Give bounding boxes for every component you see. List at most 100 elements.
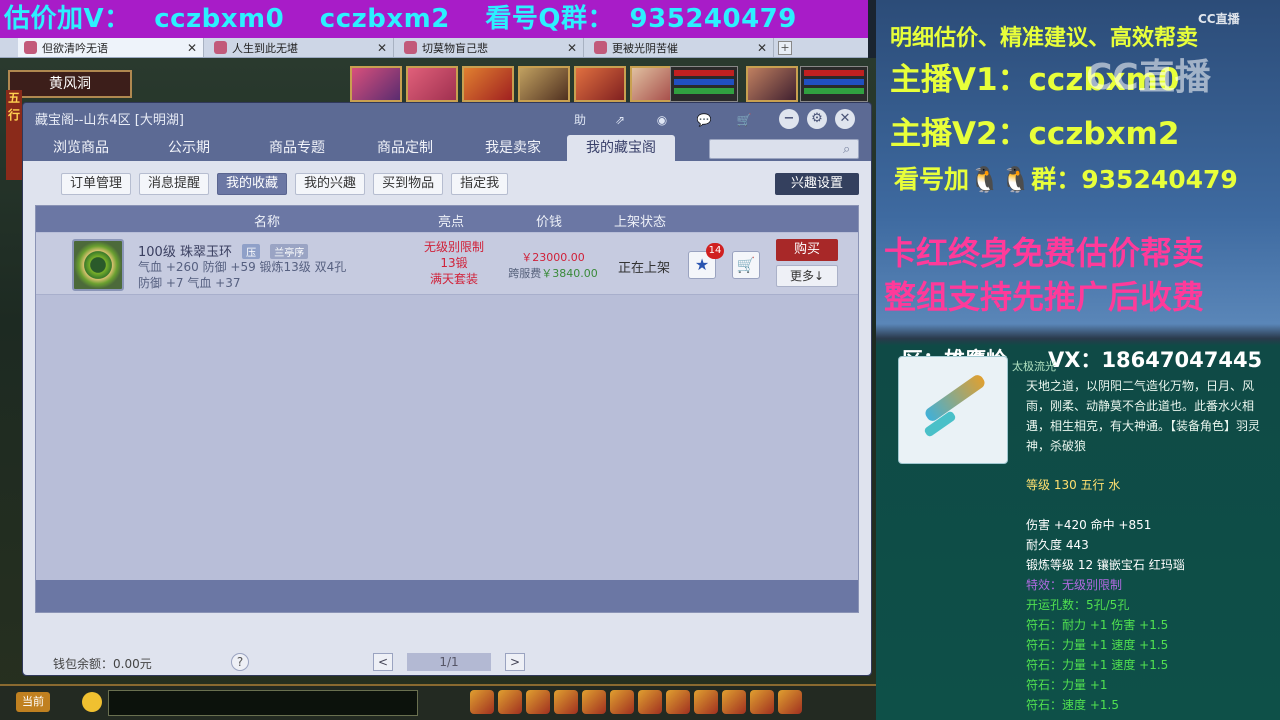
content-area: 订单管理 消息提醒 我的收藏 我的兴趣 买到物品 指定我 兴趣设置 名称 亮点 … (23, 161, 871, 675)
subtab-designated[interactable]: 指定我 (451, 173, 509, 195)
tooltip-attribute-line: 符石：速度 +1.5 (1026, 698, 1119, 712)
browser-tab-3[interactable]: 切莫物盲己悲 ✕ (398, 38, 584, 57)
arrow-down-icon: ↓ (813, 269, 825, 283)
browser-tab-label: 更被光阴苦催 (612, 41, 678, 55)
close-icon[interactable]: ✕ (187, 41, 197, 55)
tooltip-attribute-line: 伤害 +420 命中 +851 (1026, 518, 1152, 532)
cross-server-fee: 跨服费￥3840.00 (498, 265, 608, 281)
tab-browse[interactable]: 浏览商品 (27, 135, 135, 161)
overlay-promo-1: 卡红终身免费估价帮卖 (884, 234, 1205, 272)
message-icon[interactable]: 💬 (693, 110, 715, 130)
friend-icon[interactable] (694, 690, 718, 714)
table-footer (36, 580, 858, 612)
mall-icon[interactable] (722, 690, 746, 714)
browser-tab-2[interactable]: 人生到此无堪 ✕ (208, 38, 394, 57)
party-portrait[interactable] (350, 66, 402, 102)
search-input[interactable] (709, 139, 859, 159)
tooltip-attribute-line: 锻炼等级 12 镶嵌宝石 红玛瑙 (1026, 558, 1185, 572)
browser-tab-bar: 但欲清吟无语 ✕ 人生到此无堪 ✕ 切莫物盲己悲 ✕ 更被光阴苦催 ✕ + (0, 38, 868, 58)
next-page-button[interactable]: > (505, 653, 525, 671)
cc-live-watermark: CC直播 (1198, 12, 1240, 26)
five-elements-tab[interactable]: 五行 (6, 90, 22, 180)
close-icon[interactable]: ✕ (377, 41, 387, 55)
subtab-interests[interactable]: 我的兴趣 (295, 173, 366, 195)
table-row[interactable]: 100级 珠翠玉环 压 兰亭序 气血 +260 防御 +59 锻炼13级 双4孔… (36, 233, 858, 295)
banner-qq-label: 看号Q群： (485, 4, 614, 34)
player-portrait[interactable] (746, 66, 798, 102)
header-price: 价钱 (536, 215, 563, 230)
subtab-purchased[interactable]: 买到物品 (373, 173, 444, 195)
top-banner: 估价加V： cczbxm0 cczbxm2 看号Q群： 935240479 (0, 0, 868, 38)
trade-icon[interactable] (554, 690, 578, 714)
tab-public-period[interactable]: 公示期 (135, 135, 243, 161)
avatar-icon (404, 41, 417, 54)
system-icon[interactable] (778, 690, 802, 714)
party-portrait[interactable] (406, 66, 458, 102)
emoji-icon[interactable] (82, 692, 102, 712)
banner-vx1: cczbxm0 (154, 4, 285, 34)
location-label: 黄风洞 (8, 70, 132, 98)
close-button[interactable]: ✕ (835, 109, 855, 129)
item-icon[interactable] (498, 690, 522, 714)
activity-icon[interactable] (750, 690, 774, 714)
tab-custom[interactable]: 商品定制 (351, 135, 459, 161)
buy-button[interactable]: 购买 (776, 239, 838, 261)
more-dropdown[interactable]: 更多↓ (776, 265, 838, 287)
search-icon[interactable]: ⌕ (843, 143, 857, 157)
tooltip-attribute-line: 符石：力量 +1 速度 +1.5 (1026, 638, 1169, 652)
share-icon[interactable]: ⇗ (609, 110, 631, 130)
prev-page-button[interactable]: < (373, 653, 393, 671)
jade-ring-icon[interactable] (72, 239, 124, 291)
highlight-text: 无级别限制 (423, 240, 484, 254)
give-icon[interactable] (526, 690, 550, 714)
avatar-icon (214, 41, 227, 54)
tab-my-pavilion[interactable]: 我的藏宝阁 (567, 135, 675, 161)
tooltip-attribute-line: 符石：耐力 +1 伤害 +1.5 (1026, 618, 1169, 632)
subtab-orders[interactable]: 订单管理 (61, 173, 132, 195)
overlay-promo-2: 整组支持先推广后收费 (884, 278, 1205, 316)
party-portrait[interactable] (574, 66, 626, 102)
item-stats-line1: 气血 +260 防御 +59 锻炼13级 双4孔 (138, 260, 347, 274)
treasure-pavilion-window: 藏宝阁--山东4区 [大明湖] 助 ⇗ ◉ 💬 🛒 − ⚙ ✕ 浏览商品 公示期… (22, 102, 872, 676)
add-to-cart-icon[interactable]: 🛒 (732, 251, 760, 279)
subtab-messages[interactable]: 消息提醒 (139, 173, 210, 195)
minimize-button[interactable]: − (779, 109, 799, 129)
add-tab-button[interactable]: + (778, 40, 792, 55)
browser-tab-1[interactable]: 但欲清吟无语 ✕ (18, 38, 204, 57)
browser-tab-label: 人生到此无堪 (232, 41, 298, 55)
weapon-image (898, 356, 1008, 464)
subtab-favorites[interactable]: 我的收藏 (217, 173, 288, 195)
chat-channel-button[interactable]: 当前 (16, 692, 50, 712)
attack-icon[interactable] (470, 690, 494, 714)
press-badge: 压 (242, 244, 261, 259)
fee-value: ￥3840.00 (541, 267, 598, 280)
pet-icon[interactable] (610, 690, 634, 714)
overlay-qq-group: 看号加🐧🐧群：935240479 (894, 165, 1238, 194)
more-label: 更多 (789, 269, 814, 283)
help-button[interactable]: 助 (569, 110, 591, 130)
tab-topics[interactable]: 商品专题 (243, 135, 351, 161)
tab-seller[interactable]: 我是卖家 (459, 135, 567, 161)
quest-icon[interactable] (638, 690, 662, 714)
help-icon[interactable]: ? (231, 653, 249, 671)
browser-tab-4[interactable]: 更被光阴苦催 ✕ (588, 38, 774, 57)
party-portrait[interactable] (462, 66, 514, 102)
interest-settings-button[interactable]: 兴趣设置 (775, 173, 859, 195)
record-icon[interactable]: ◉ (651, 110, 673, 130)
team-icon[interactable] (582, 690, 606, 714)
settings-gear-icon[interactable]: ⚙ (807, 109, 827, 129)
party-portrait[interactable] (518, 66, 570, 102)
page-indicator: 1/1 (407, 653, 491, 671)
close-icon[interactable]: ✕ (757, 41, 767, 55)
sub-tab-bar: 订单管理 消息提醒 我的收藏 我的兴趣 买到物品 指定我 (61, 173, 516, 195)
set-badge: 兰亭序 (270, 244, 309, 259)
chat-input[interactable] (108, 690, 418, 716)
banner-vx2: cczbxm2 (319, 4, 450, 34)
close-icon[interactable]: ✕ (567, 41, 577, 55)
cart-icon[interactable]: 🛒 (733, 110, 755, 130)
tooltip-attribute-line: 符石：力量 +1 (1026, 678, 1108, 692)
header-highlight: 亮点 (438, 215, 465, 230)
gang-icon[interactable] (666, 690, 690, 714)
item-stats-line2: 防御 +7 气血 +37 (138, 276, 241, 290)
listing-status: 正在上架 (618, 261, 671, 276)
